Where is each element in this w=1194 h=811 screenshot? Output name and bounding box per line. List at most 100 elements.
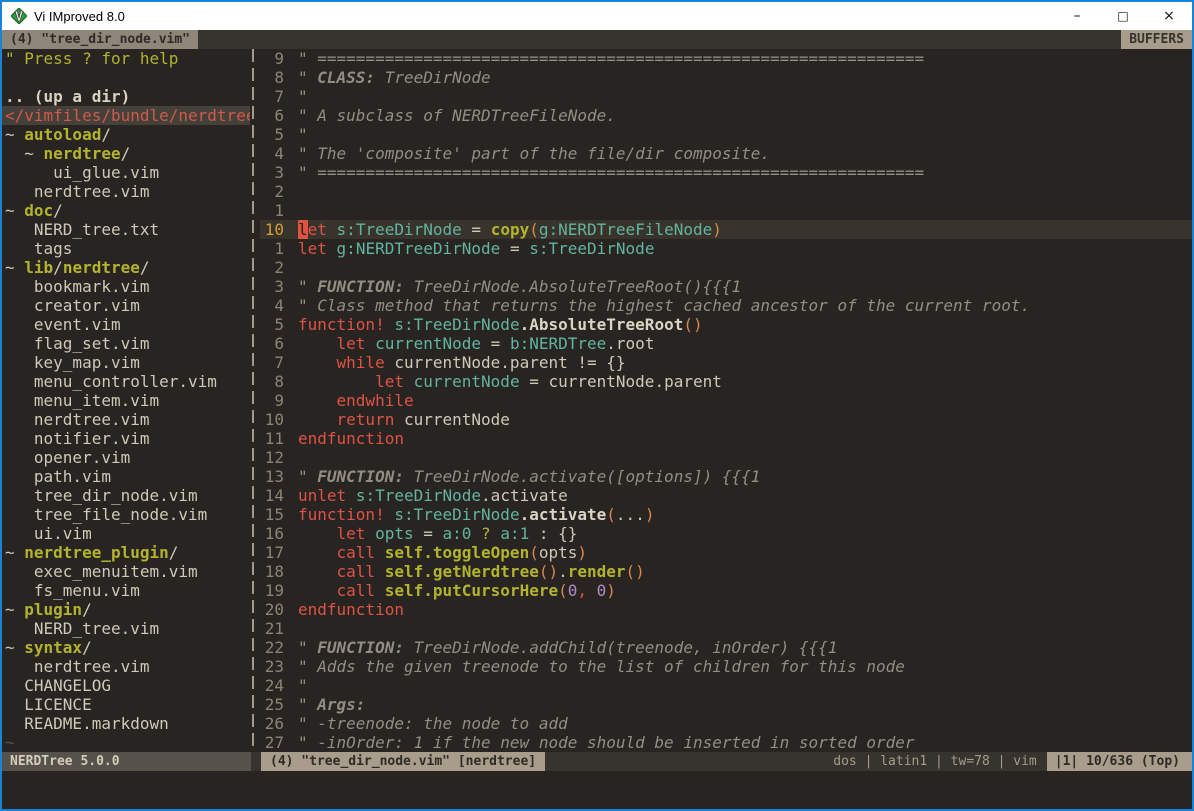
- code-line[interactable]: 19 call self.putCursorHere(0, 0): [260, 581, 1192, 600]
- code-line[interactable]: 17 call self.toggleOpen(opts): [260, 543, 1192, 562]
- code-token: ": [298, 68, 317, 87]
- close-button[interactable]: ×: [1146, 2, 1192, 30]
- code-line[interactable]: 14unlet s:TreeDirNode.activate: [260, 486, 1192, 505]
- tree-item[interactable]: notifier.vim: [2, 429, 250, 448]
- tree-item[interactable]: ~ autoload/: [2, 125, 250, 144]
- code-line-current[interactable]: 10let s:TreeDirNode = copy(g:NERDTreeFil…: [260, 220, 1192, 239]
- vim-app-icon: [11, 8, 27, 24]
- code-line[interactable]: 24": [260, 676, 1192, 695]
- code-line[interactable]: 7 while currentNode.parent != {}: [260, 353, 1192, 372]
- tree-item[interactable]: ~ syntax/: [2, 638, 250, 657]
- code-line[interactable]: 4" The 'composite' part of the file/dir …: [260, 144, 1192, 163]
- tree-item[interactable]: event.vim: [2, 315, 250, 334]
- code-token: exec_menuitem.vim: [5, 562, 198, 581]
- code-token: ~: [5, 638, 24, 657]
- code-line[interactable]: 9 endwhile: [260, 391, 1192, 410]
- code-line[interactable]: 7": [260, 87, 1192, 106]
- code-line[interactable]: 2: [260, 182, 1192, 201]
- code-token: let: [298, 239, 327, 258]
- tree-item[interactable]: CHANGELOG: [2, 676, 250, 695]
- code-line[interactable]: 15function! s:TreeDirNode.activate(...): [260, 505, 1192, 524]
- code-line[interactable]: 10 return currentNode: [260, 410, 1192, 429]
- code-line[interactable]: 21: [260, 619, 1192, 638]
- tree-item[interactable]: [2, 68, 250, 87]
- code-line[interactable]: 8 let currentNode = currentNode.parent: [260, 372, 1192, 391]
- code-line[interactable]: 1let g:NERDTreeDirNode = s:TreeDirNode: [260, 239, 1192, 258]
- command-line[interactable]: [2, 771, 1192, 809]
- nerdtree-root-path[interactable]: </vimfiles/bundle/nerdtree/: [2, 106, 250, 125]
- maximize-button[interactable]: □: [1100, 2, 1146, 30]
- code-line[interactable]: 8" CLASS: TreeDirNode: [260, 68, 1192, 87]
- tree-item[interactable]: path.vim: [2, 467, 250, 486]
- tree-item[interactable]: ~ lib/nerdtree/: [2, 258, 250, 277]
- tree-item[interactable]: ~ nerdtree/: [2, 144, 250, 163]
- tree-item[interactable]: ~ nerdtree_plugin/: [2, 543, 250, 562]
- code-token: ): [645, 505, 655, 524]
- code-line[interactable]: 3" FUNCTION: TreeDirNode.AbsoluteTreeRoo…: [260, 277, 1192, 296]
- code-line[interactable]: 18 call self.getNerdtree().render(): [260, 562, 1192, 581]
- cursor-position: |1| 10/636 (Top): [1047, 752, 1192, 771]
- code-line[interactable]: 23" Adds the given treenode to the list …: [260, 657, 1192, 676]
- code-token: s:TreeDirNode: [356, 486, 481, 505]
- code-token: ui.vim: [5, 524, 92, 543]
- tree-item[interactable]: menu_controller.vim: [2, 372, 250, 391]
- code-line[interactable]: 3" =====================================…: [260, 163, 1192, 182]
- tree-item[interactable]: " Press ? for help: [2, 49, 250, 68]
- tree-item[interactable]: ~ doc/: [2, 201, 250, 220]
- code-token: [346, 486, 356, 505]
- code-line[interactable]: 5": [260, 125, 1192, 144]
- main-area: " Press ? for help .. (up a dir)</vimfile…: [2, 49, 1192, 752]
- tab-tree-dir-node[interactable]: (4) "tree_dir_node.vim": [2, 30, 198, 49]
- tree-item[interactable]: tree_file_node.vim: [2, 505, 250, 524]
- code-token: ui_glue.vim: [5, 163, 159, 182]
- tree-item[interactable]: nerdtree.vim: [2, 657, 250, 676]
- code-line[interactable]: 27" -inOrder: 1 if the new node should b…: [260, 733, 1192, 752]
- window-separator[interactable]: [250, 49, 260, 752]
- code-token: ~: [5, 125, 24, 144]
- tree-item[interactable]: key_map.vim: [2, 353, 250, 372]
- tree-item[interactable]: ui.vim: [2, 524, 250, 543]
- code-line[interactable]: 20endfunction: [260, 600, 1192, 619]
- code-line[interactable]: 9" =====================================…: [260, 49, 1192, 68]
- tree-item[interactable]: tags: [2, 239, 250, 258]
- code-line[interactable]: 1: [260, 201, 1192, 220]
- tree-item[interactable]: ~: [2, 733, 250, 752]
- code-line[interactable]: 11endfunction: [260, 429, 1192, 448]
- code-line[interactable]: 25" Args:: [260, 695, 1192, 714]
- code-line[interactable]: 22" FUNCTION: TreeDirNode.addChild(treen…: [260, 638, 1192, 657]
- code-token: currentNode: [375, 334, 481, 353]
- tree-item[interactable]: NERD_tree.vim: [2, 619, 250, 638]
- tree-item[interactable]: NERD_tree.txt: [2, 220, 250, 239]
- buffers-tab[interactable]: BUFFERS: [1121, 30, 1192, 49]
- code-token: lib: [24, 258, 53, 277]
- tree-item[interactable]: flag_set.vim: [2, 334, 250, 353]
- tree-item[interactable]: ui_glue.vim: [2, 163, 250, 182]
- tree-item[interactable]: fs_menu.vim: [2, 581, 250, 600]
- tree-item[interactable]: menu_item.vim: [2, 391, 250, 410]
- code-token: NERD_tree.txt: [5, 220, 159, 239]
- minimize-button[interactable]: –: [1054, 2, 1100, 30]
- tree-item[interactable]: .. (up a dir): [2, 87, 250, 106]
- tree-item[interactable]: ~ plugin/: [2, 600, 250, 619]
- tree-item[interactable]: bookmark.vim: [2, 277, 250, 296]
- line-number: 8: [260, 68, 284, 87]
- tree-item[interactable]: nerdtree.vim: [2, 410, 250, 429]
- code-line[interactable]: 13" FUNCTION: TreeDirNode.activate([opti…: [260, 467, 1192, 486]
- tree-item[interactable]: README.markdown: [2, 714, 250, 733]
- tree-item[interactable]: LICENCE: [2, 695, 250, 714]
- code-line[interactable]: 12: [260, 448, 1192, 467]
- tree-item[interactable]: opener.vim: [2, 448, 250, 467]
- tab-bar-filler: [198, 30, 1121, 49]
- code-line[interactable]: 4" Class method that returns the highest…: [260, 296, 1192, 315]
- tree-item[interactable]: creator.vim: [2, 296, 250, 315]
- code-line[interactable]: 5function! s:TreeDirNode.AbsoluteTreeRoo…: [260, 315, 1192, 334]
- code-token: ): [712, 220, 722, 239]
- code-line[interactable]: 6 let currentNode = b:NERDTree.root: [260, 334, 1192, 353]
- code-line[interactable]: 2: [260, 258, 1192, 277]
- tree-item[interactable]: tree_dir_node.vim: [2, 486, 250, 505]
- tree-item[interactable]: nerdtree.vim: [2, 182, 250, 201]
- code-line[interactable]: 26" -treenode: the node to add: [260, 714, 1192, 733]
- tree-item[interactable]: exec_menuitem.vim: [2, 562, 250, 581]
- code-line[interactable]: 16 let opts = a:0 ? a:1 : {}: [260, 524, 1192, 543]
- code-line[interactable]: 6" A subclass of NERDTreeFileNode.: [260, 106, 1192, 125]
